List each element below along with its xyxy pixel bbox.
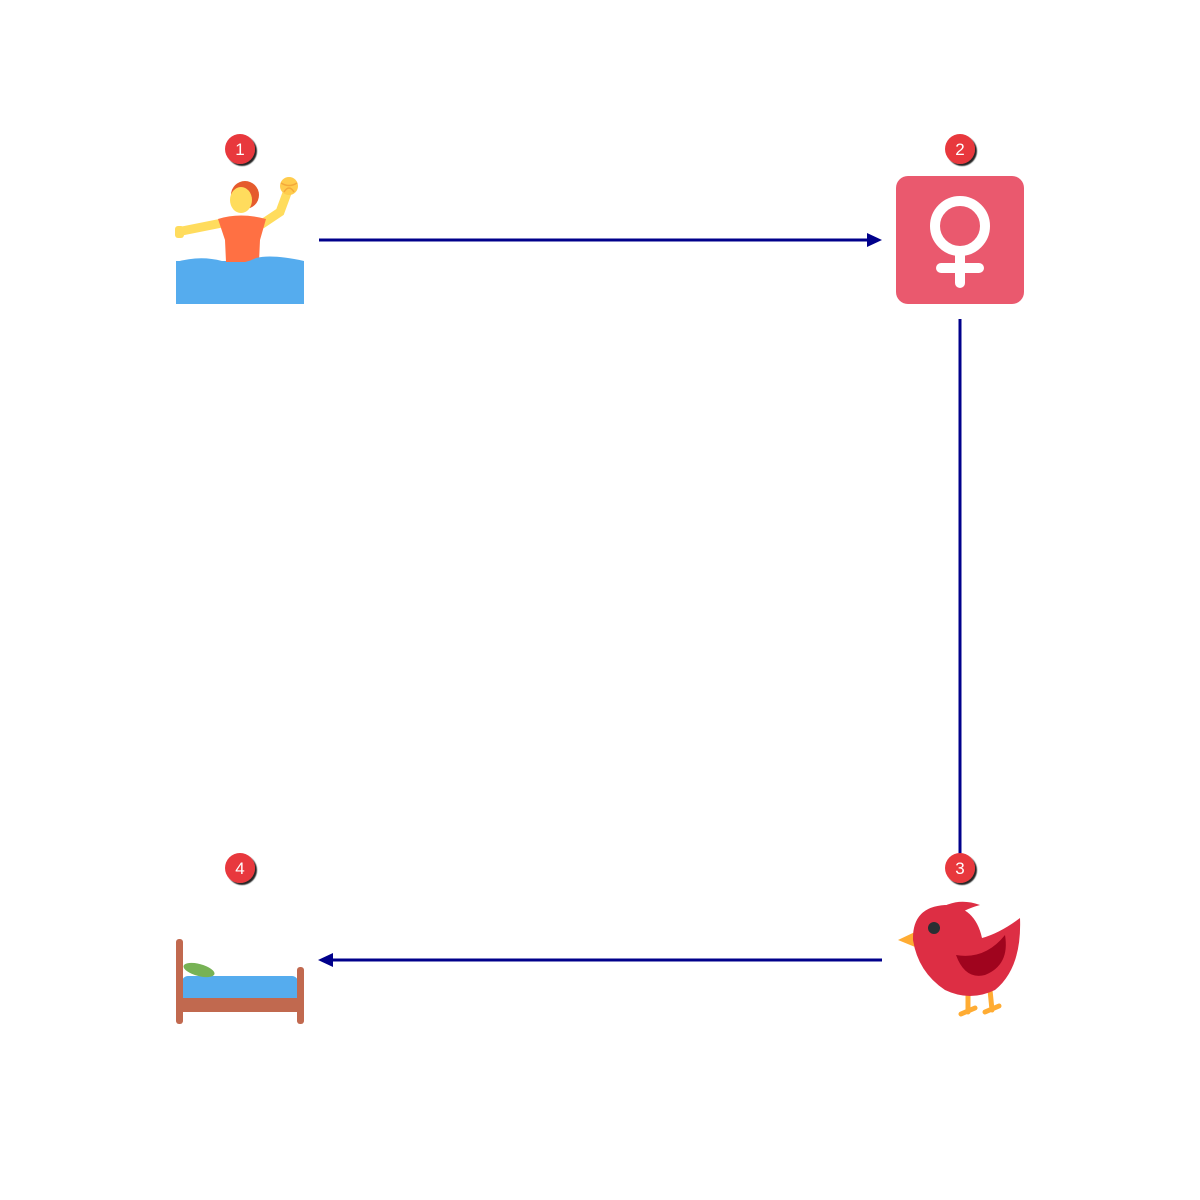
bed-icon — [176, 939, 304, 1024]
step-number-1: 1 — [235, 140, 244, 159]
arrowhead — [318, 953, 333, 967]
node-1[interactable]: 1 — [175, 134, 304, 304]
red-bird-icon — [898, 901, 1021, 1017]
node-4[interactable]: 4 — [176, 853, 304, 1024]
step-number-2: 2 — [955, 140, 964, 159]
connector-1-to-2 — [319, 233, 882, 247]
node-3[interactable]: 3 — [898, 853, 1021, 1017]
node-2[interactable]: 2 — [896, 134, 1024, 304]
water-polo-player-icon — [175, 177, 304, 304]
connector-3-to-4 — [318, 953, 882, 967]
flow-diagram: 1 2 3 4 — [175, 134, 1024, 1024]
arrowhead — [867, 233, 882, 247]
step-number-4: 4 — [235, 859, 244, 878]
female-sign-icon — [896, 176, 1024, 304]
step-number-3: 3 — [955, 859, 964, 878]
